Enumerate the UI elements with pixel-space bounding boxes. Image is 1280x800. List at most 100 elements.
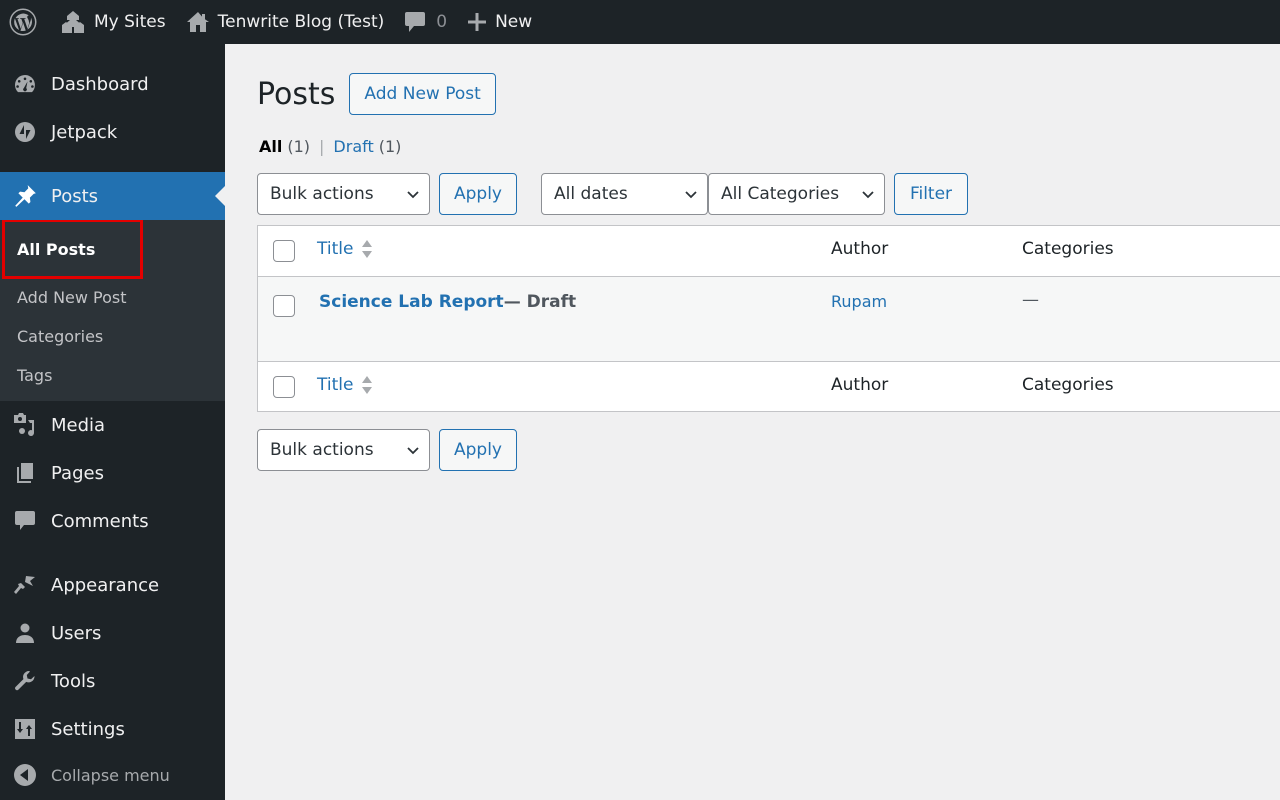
plus-icon: [468, 13, 487, 31]
view-draft-count: (1): [378, 137, 402, 156]
comments-menu[interactable]: 0: [394, 0, 457, 44]
wrench-icon: [12, 668, 38, 694]
comment-icon: [405, 12, 426, 32]
table-footer-row: Title Author Categories: [258, 361, 1280, 411]
sidebar-item-label: Dashboard: [51, 73, 149, 95]
media-icon: [12, 412, 38, 438]
page-title: Posts: [257, 76, 336, 112]
categories-column-header: Categories: [1022, 239, 1114, 259]
sidebar-item-label: Tools: [51, 670, 96, 692]
pin-icon: [12, 183, 38, 209]
submenu-add-new-post[interactable]: Add New Post: [0, 278, 225, 317]
sidebar-item-label: Jetpack: [51, 121, 118, 143]
bulk-actions-select-bottom[interactable]: Bulk actions: [257, 429, 430, 471]
view-all-link[interactable]: All: [259, 137, 282, 156]
comments-count: 0: [436, 12, 448, 32]
sidebar-item-label: Media: [51, 414, 106, 436]
sidebar-item-label: Pages: [51, 462, 104, 484]
home-icon: [186, 12, 209, 32]
bulk-actions-value: Bulk actions: [270, 184, 374, 204]
sort-by-title-link-footer[interactable]: Title: [317, 375, 353, 395]
author-column-header: Author: [831, 239, 889, 259]
select-all-checkbox[interactable]: [273, 240, 295, 262]
comment-icon: [12, 508, 38, 534]
chevron-down-icon: [685, 191, 697, 199]
dates-filter-value: All dates: [554, 184, 628, 204]
page-heading: Posts Add New Post: [257, 73, 496, 115]
sidebar-item-posts[interactable]: Posts: [0, 172, 225, 220]
chevron-down-icon: [407, 447, 419, 455]
my-sites-icon: [62, 11, 84, 33]
sidebar-item-tools[interactable]: Tools: [0, 657, 225, 705]
my-sites-label: My Sites: [94, 12, 166, 32]
post-author-link[interactable]: Rupam: [831, 292, 887, 311]
sidebar-item-pages[interactable]: Pages: [0, 449, 225, 497]
sidebar-item-appearance[interactable]: Appearance: [0, 561, 225, 609]
sidebar-item-label: Posts: [51, 185, 99, 207]
wp-logo-menu[interactable]: [0, 0, 50, 44]
chevron-down-icon: [407, 191, 419, 199]
post-title-cell: Science Lab Report — Draft: [319, 292, 576, 312]
post-status-views: All (1) | Draft (1): [259, 137, 401, 156]
table-header-row: Title Author Categories: [258, 226, 1280, 276]
site-name-label: Tenwrite Blog (Test): [217, 12, 385, 32]
posts-submenu: All Posts Add New Post Categories Tags: [0, 219, 225, 401]
sidebar-item-label: Comments: [51, 510, 149, 532]
sidebar-item-dashboard[interactable]: Dashboard: [0, 60, 225, 108]
table-row: Science Lab Report — Draft Rupam —: [258, 276, 1280, 361]
submenu-tags[interactable]: Tags: [0, 356, 225, 395]
tablenav-bottom: Bulk actions Apply: [257, 429, 517, 471]
post-title-link[interactable]: Science Lab Report: [319, 292, 504, 312]
view-draft-link[interactable]: Draft: [333, 137, 373, 156]
categories-column-footer: Categories: [1022, 375, 1114, 395]
paintbrush-icon: [12, 572, 38, 598]
admin-bar: My Sites Tenwrite Blog (Test) 0 New: [0, 0, 1280, 44]
filter-button[interactable]: Filter: [894, 173, 968, 215]
bulk-actions-value: Bulk actions: [270, 440, 374, 460]
collapse-menu-label: Collapse menu: [51, 765, 170, 785]
author-column-footer: Author: [831, 375, 889, 395]
site-name-menu[interactable]: Tenwrite Blog (Test): [176, 0, 395, 44]
submenu-all-posts[interactable]: All Posts: [2, 219, 143, 279]
bulk-actions-select[interactable]: Bulk actions: [257, 173, 430, 215]
settings-icon: [12, 716, 38, 742]
posts-table: Title Author Categories Science Lab Repo…: [257, 225, 1280, 412]
categories-filter-value: All Categories: [721, 184, 840, 204]
sidebar-item-comments[interactable]: Comments: [0, 497, 225, 545]
sort-by-title-link[interactable]: Title: [317, 239, 353, 259]
wordpress-logo-icon: [9, 8, 37, 36]
row-checkbox[interactable]: [273, 295, 295, 317]
chevron-down-icon: [862, 191, 874, 199]
add-new-post-button[interactable]: Add New Post: [349, 73, 496, 115]
collapse-arrow-icon: [12, 762, 38, 788]
apply-button-bottom[interactable]: Apply: [439, 429, 517, 471]
view-all-count: (1): [287, 137, 311, 156]
dates-filter-select[interactable]: All dates: [541, 173, 708, 215]
sidebar-item-jetpack[interactable]: Jetpack: [0, 108, 225, 156]
sidebar-item-users[interactable]: Users: [0, 609, 225, 657]
sidebar-item-media[interactable]: Media: [0, 401, 225, 449]
post-state: — Draft: [503, 292, 577, 312]
my-sites-menu[interactable]: My Sites: [50, 0, 176, 44]
views-separator: |: [319, 137, 325, 156]
select-all-checkbox-footer[interactable]: [273, 375, 295, 398]
apply-button-top[interactable]: Apply: [439, 173, 517, 215]
sidebar-item-label: Settings: [51, 718, 125, 740]
sort-arrows-icon[interactable]: [361, 239, 373, 259]
title-column-footer: Title: [317, 375, 373, 395]
main-content: Posts Add New Post All (1) | Draft (1) B…: [225, 44, 1280, 800]
new-content-menu[interactable]: New: [457, 0, 542, 44]
user-icon: [12, 620, 38, 646]
sort-arrows-icon[interactable]: [361, 375, 373, 395]
post-categories: —: [1022, 290, 1039, 310]
sidebar-item-label: Users: [51, 622, 102, 644]
title-column-header: Title: [317, 239, 373, 259]
collapse-menu-button[interactable]: Collapse menu: [0, 753, 225, 797]
submenu-categories[interactable]: Categories: [0, 317, 225, 356]
tablenav-top: Bulk actions Apply All dates All Categor…: [257, 173, 968, 215]
categories-filter-select[interactable]: All Categories: [708, 173, 885, 215]
sidebar-item-label: Appearance: [51, 574, 160, 596]
sidebar-item-settings[interactable]: Settings: [0, 705, 225, 753]
dashboard-icon: [12, 71, 38, 97]
new-label: New: [495, 12, 533, 32]
